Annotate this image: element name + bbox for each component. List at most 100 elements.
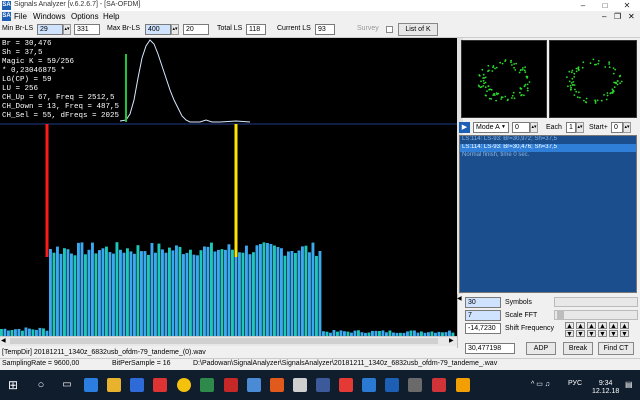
shift-up-5-button[interactable]: ▲ — [609, 322, 618, 330]
shift-up-2-button[interactable]: ▲ — [576, 322, 585, 330]
menu-windows[interactable]: Windows — [33, 12, 65, 21]
info-br: Br = 30,476 — [2, 40, 52, 48]
shift-down-2-button[interactable]: ▼ — [576, 330, 585, 338]
survey-checkbox[interactable] — [386, 26, 393, 33]
mdi-restore-icon[interactable]: ❐ — [614, 12, 621, 21]
constellation-point — [585, 101, 588, 104]
store-icon[interactable] — [130, 378, 144, 392]
app-blue-icon[interactable] — [247, 378, 261, 392]
min-br-ls-input2[interactable]: 331 — [74, 24, 100, 35]
max-br-ls-input[interactable]: 400 — [145, 24, 171, 35]
scale-fft-input[interactable]: 7 — [465, 310, 501, 321]
menu-help[interactable]: Help — [103, 12, 119, 21]
ie-icon[interactable] — [84, 378, 98, 392]
shift-down-6-button[interactable]: ▼ — [620, 330, 629, 338]
list-of-k-button[interactable]: List of K — [398, 23, 438, 36]
break-button[interactable]: Break — [563, 342, 593, 355]
folder-icon[interactable] — [107, 378, 121, 392]
tray-icons[interactable]: ^ ▭ ♫ — [531, 380, 550, 388]
shift-frequency-spinners[interactable]: ▲ ▲ ▲ ▲ ▲ ▲ ▼ ▼ ▼ ▼ ▼ ▼ — [565, 322, 637, 338]
maximize-button[interactable]: □ — [594, 0, 616, 11]
app-green-icon[interactable] — [200, 378, 214, 392]
app-dark-icon[interactable] — [408, 378, 422, 392]
spectrum-bar — [14, 329, 17, 336]
shift-up-4-button[interactable]: ▲ — [598, 322, 607, 330]
spectrum-bar — [290, 251, 294, 336]
max-br-ls-spinner[interactable]: ▴▾ — [171, 24, 179, 35]
min-br-ls-spinner[interactable]: ▴▾ — [63, 24, 71, 35]
app-red2-icon[interactable] — [224, 378, 238, 392]
symbols-slider[interactable] — [554, 297, 638, 307]
start-input[interactable]: 0 — [611, 122, 623, 133]
mode-value-input[interactable]: 0 — [512, 122, 530, 133]
app-gray-icon[interactable] — [293, 378, 307, 392]
mdi-minimize-icon[interactable]: – — [602, 12, 606, 21]
menu-file[interactable]: File — [14, 12, 27, 21]
scale-fft-slider[interactable] — [554, 310, 638, 320]
mode-icon[interactable]: ▶ — [459, 122, 470, 133]
each-input[interactable]: 1 — [566, 122, 576, 133]
mdi-close-icon[interactable]: ✕ — [628, 12, 635, 21]
constellation-point — [480, 80, 482, 83]
constellation-point — [570, 86, 572, 89]
log-list[interactable]: LS:114: LS-93: Br=30,972; Sh=37,5 LS:114… — [459, 135, 637, 293]
find-ct-button[interactable]: Find CT — [598, 342, 634, 355]
spectrum-bar — [122, 252, 126, 336]
clock[interactable]: 9:34 12.12.18 — [592, 380, 619, 396]
app-blue3-icon[interactable] — [362, 378, 376, 392]
close-button[interactable]: ✕ — [616, 0, 638, 11]
each-spinner[interactable]: ▴▾ — [576, 122, 584, 133]
app-yellow-icon[interactable] — [456, 378, 470, 392]
max-br-ls-input2[interactable]: 20 — [183, 24, 209, 35]
shift-down-3-button[interactable]: ▼ — [587, 330, 596, 338]
shift-up-3-button[interactable]: ▲ — [587, 322, 596, 330]
shift-down-4-button[interactable]: ▼ — [598, 330, 607, 338]
signals-analyzer-icon[interactable] — [385, 378, 399, 392]
constellation-point — [570, 89, 572, 91]
log-line[interactable]: LS:114: LS-93: Br=30,972; Sh=37,5 — [460, 136, 636, 144]
spectrum-bar — [203, 246, 206, 336]
chrome-icon[interactable] — [177, 378, 191, 392]
shift-down-1-button[interactable]: ▼ — [565, 330, 574, 338]
start-spinner[interactable]: ▴▾ — [623, 122, 631, 133]
spectrum-plot[interactable]: Br = 30,476 Sh = 37,5 Magic K = 59/256 *… — [0, 38, 457, 336]
adp-button[interactable]: ADP — [526, 342, 556, 355]
log-line-selected[interactable]: LS:114: LS-93: Br=30,476; Sh=37,5 — [460, 144, 636, 152]
constellation-point — [526, 83, 529, 86]
constellation-point — [495, 99, 497, 102]
app-orange-icon[interactable] — [270, 378, 284, 392]
chevron-down-icon[interactable]: ▼ — [501, 124, 506, 130]
spectrum-bar — [199, 250, 203, 336]
symbols-input[interactable]: 30 — [465, 297, 501, 308]
constellation-point — [482, 73, 485, 76]
constellation-point — [575, 67, 578, 70]
mode-value-spinner[interactable]: ▴▾ — [530, 122, 538, 133]
scroll-right-icon[interactable]: ▶ — [449, 337, 454, 344]
notification-icon[interactable]: ▤ — [625, 380, 633, 389]
app-blue2-icon[interactable] — [316, 378, 330, 392]
minimize-button[interactable]: – — [572, 0, 594, 11]
constellation-point — [519, 69, 522, 72]
spectrum-bar — [238, 252, 241, 336]
shift-up-1-button[interactable]: ▲ — [565, 322, 574, 330]
scroll-thumb[interactable] — [10, 338, 438, 344]
app-red4-icon[interactable] — [432, 378, 446, 392]
windows-start-icon[interactable]: ⊞ — [6, 378, 20, 392]
left-arrow-icon[interactable]: ◀ — [457, 295, 465, 305]
shift-frequency-input[interactable]: -14,7230 — [465, 323, 501, 334]
menu-options[interactable]: Options — [71, 12, 99, 21]
each-label: Each — [546, 124, 562, 131]
scroll-left-icon[interactable]: ◀ — [1, 337, 6, 344]
task-view-icon[interactable]: ▭ — [60, 378, 74, 392]
shift-frequency-label: Shift Frequency — [505, 325, 555, 332]
shift-up-6-button[interactable]: ▲ — [620, 322, 629, 330]
app-red-icon[interactable] — [153, 378, 167, 392]
shift-down-5-button[interactable]: ▼ — [609, 330, 618, 338]
menu-app-icon[interactable]: SA — [2, 12, 11, 21]
app-red3-icon[interactable] — [339, 378, 353, 392]
scale-fft-thumb[interactable] — [557, 310, 564, 320]
tray-language[interactable]: РУС — [568, 380, 582, 387]
search-icon[interactable]: ○ — [34, 378, 48, 392]
log-line[interactable]: Normal finish, time 0 sec. — [460, 152, 636, 160]
min-br-ls-input[interactable]: 29 — [37, 24, 63, 35]
